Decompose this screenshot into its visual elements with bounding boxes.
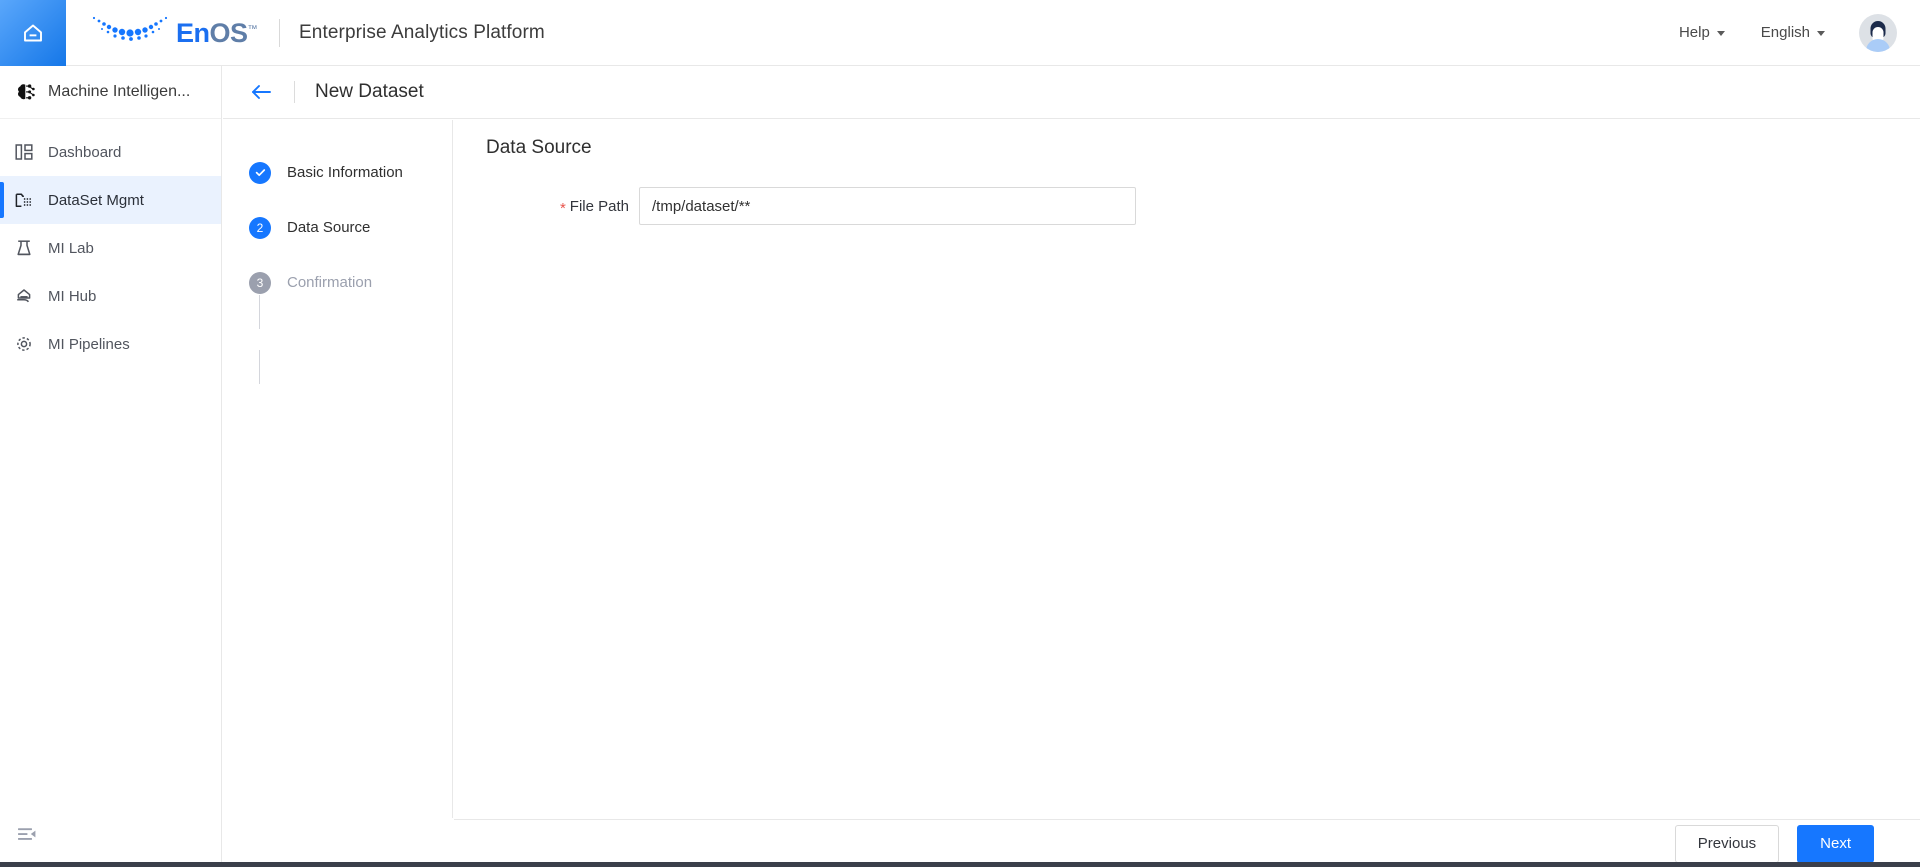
step-label: Confirmation	[287, 274, 373, 291]
content-area: Basic Information 2 Data Source 3 Confir…	[223, 120, 1920, 867]
header-divider	[279, 18, 281, 47]
sidebar-item-dashboard[interactable]: Dashboard	[0, 128, 221, 176]
sidebar-header[interactable]: Machine Intelligen...	[0, 66, 221, 119]
next-button[interactable]: Next	[1797, 824, 1874, 863]
enos-wordmark: EnOS™	[176, 18, 258, 48]
step-connector-1	[259, 295, 260, 329]
chevron-down-icon	[1817, 31, 1825, 36]
bottom-bar	[0, 862, 1920, 867]
brand: EnOS™ Enterprise Analytics Platform	[66, 13, 545, 52]
page-header-divider	[294, 81, 295, 103]
sidebar-title: Machine Intelligen...	[48, 83, 191, 100]
page-header: New Dataset	[223, 66, 1920, 119]
app-title: Enterprise Analytics Platform	[299, 21, 545, 43]
sidebar-item-dataset-mgmt[interactable]: DataSet Mgmt	[0, 176, 221, 224]
enos-dots-logo-icon	[90, 13, 170, 52]
sidebar-item-label: DataSet Mgmt	[48, 191, 144, 209]
menu-fold-icon	[16, 824, 38, 849]
sidebar-item-label: MI Hub	[48, 287, 97, 305]
help-menu-label: Help	[1678, 24, 1710, 41]
step-number-badge: 2	[249, 216, 271, 239]
avatar-body	[1866, 38, 1890, 52]
hub-icon	[14, 286, 48, 306]
enos-en: En	[176, 18, 210, 48]
home-button[interactable]	[0, 0, 66, 66]
step-connector-2	[259, 350, 260, 384]
avatar[interactable]	[1859, 13, 1897, 52]
header-actions: Help English	[1661, 13, 1920, 52]
pipeline-gear-icon	[14, 334, 48, 354]
enos-tm: ™	[247, 24, 258, 35]
sidebar-item-mi-pipelines[interactable]: MI Pipelines	[0, 320, 221, 368]
enos-os: OS	[209, 18, 249, 48]
language-menu[interactable]: English	[1743, 24, 1843, 41]
page-title: New Dataset	[315, 81, 424, 102]
enos-logo[interactable]: EnOS™	[90, 13, 258, 52]
form-footer: Previous Next	[454, 819, 1920, 867]
dashboard-icon	[14, 142, 48, 162]
sidebar-collapse-button[interactable]	[0, 805, 222, 867]
step-number-badge: 3	[249, 271, 271, 294]
required-asterisk: *	[559, 199, 566, 217]
step-basic-information[interactable]: Basic Information	[223, 145, 452, 200]
sidebar-nav: Dashboard DataSet Mgmt MI Lab MI Hub MI …	[0, 119, 221, 368]
chevron-down-icon	[1716, 31, 1725, 36]
home-icon	[20, 20, 46, 46]
arrow-left-icon[interactable]	[249, 82, 273, 102]
previous-button[interactable]: Previous	[1674, 824, 1780, 863]
form-pane: Data Source * File Path	[454, 120, 1920, 818]
step-label: Basic Information	[287, 164, 403, 181]
form-section-title: Data Source	[486, 137, 592, 158]
sidebar-item-mi-lab[interactable]: MI Lab	[0, 224, 221, 272]
flask-icon	[14, 238, 48, 258]
form-row-file-path: * File Path	[454, 187, 1920, 225]
file-path-label: * File Path	[454, 197, 639, 217]
app-root: EnOS™ Enterprise Analytics Platform Help…	[0, 0, 1920, 867]
sidebar: Machine Intelligen... Dashboard DataSet …	[0, 66, 222, 867]
brain-icon	[14, 80, 48, 104]
check-icon	[249, 161, 271, 184]
folder-data-icon	[14, 190, 48, 210]
top-header: EnOS™ Enterprise Analytics Platform Help…	[0, 0, 1920, 66]
sidebar-item-mi-hub[interactable]: MI Hub	[0, 272, 221, 320]
file-path-input[interactable]	[639, 187, 1136, 225]
sidebar-item-label: MI Pipelines	[48, 335, 130, 353]
wizard-steps: Basic Information 2 Data Source 3 Confir…	[223, 120, 453, 818]
sidebar-item-label: MI Lab	[48, 239, 94, 257]
step-data-source[interactable]: 2 Data Source	[223, 200, 452, 255]
help-menu[interactable]: Help	[1661, 24, 1743, 41]
step-label: Data Source	[287, 219, 371, 236]
sidebar-item-label: Dashboard	[48, 143, 122, 161]
language-menu-label: English	[1760, 24, 1810, 41]
file-path-label-text: File Path	[569, 197, 629, 215]
step-confirmation[interactable]: 3 Confirmation	[223, 255, 452, 310]
